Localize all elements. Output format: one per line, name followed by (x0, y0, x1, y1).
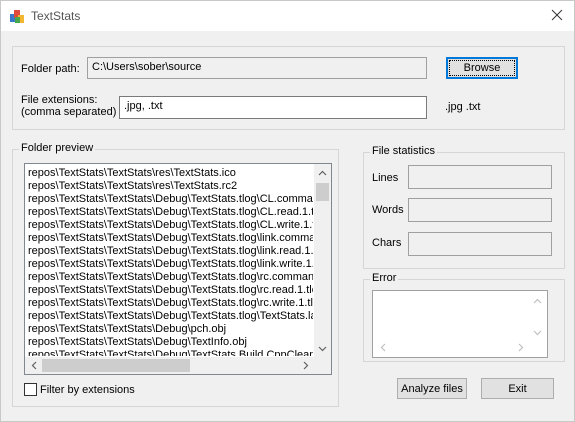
error-textarea[interactable] (372, 290, 548, 358)
close-button[interactable] (540, 1, 574, 31)
chars-label: Chars (372, 237, 402, 249)
exit-button[interactable]: Exit (481, 378, 554, 399)
list-item[interactable]: repos\TextStats\TextStats\Debug\TextStat… (28, 245, 313, 258)
lines-field[interactable] (408, 165, 552, 189)
list-item[interactable]: repos\TextStats\TextStats\Debug\TextStat… (28, 258, 313, 271)
file-extensions-echo: .jpg .txt (445, 101, 481, 113)
folder-preview-list[interactable]: repos\TextStats\TextStats\res\TextStats.… (24, 163, 332, 375)
lines-label: Lines (372, 172, 399, 184)
list-item[interactable]: repos\TextStats\TextStats\Debug\TextStat… (28, 297, 313, 310)
list-item[interactable]: repos\TextStats\TextStats\Debug\pch.obj (28, 323, 313, 336)
words-label: Words (372, 204, 404, 216)
list-item[interactable]: repos\TextStats\TextStats\Debug\TextStat… (28, 310, 313, 323)
list-item[interactable]: repos\TextStats\TextStats\res\TextStats.… (28, 180, 313, 193)
error-caption: Error (370, 272, 399, 284)
error-scroll-left-icon[interactable] (374, 339, 391, 356)
scroll-left-icon[interactable] (25, 357, 42, 374)
list-item[interactable]: repos\TextStats\TextStats\Debug\TextStat… (28, 206, 313, 219)
folder-preview-caption: Folder preview (19, 142, 96, 154)
list-item[interactable]: repos\TextStats\TextStats\Debug\TextInfo… (28, 336, 313, 349)
list-item[interactable]: repos\TextStats\TextStats\Debug\TextStat… (28, 219, 313, 232)
scroll-right-icon[interactable] (297, 357, 314, 374)
scrollbar-corner (314, 357, 331, 374)
main-window: TextStats Folder path: C:\Users\sober\so… (0, 0, 575, 422)
error-scroll-right-icon[interactable] (512, 339, 529, 356)
file-extensions-input[interactable]: .jpg, .txt (119, 96, 427, 119)
folder-preview-items: repos\TextStats\TextStats\res\TextStats.… (28, 167, 313, 356)
scroll-down-icon[interactable] (314, 340, 331, 357)
filter-by-extensions-checkbox[interactable] (24, 383, 37, 396)
title-bar: TextStats (1, 1, 574, 31)
words-field[interactable] (408, 198, 552, 222)
scroll-up-icon[interactable] (314, 164, 331, 181)
list-item[interactable]: repos\TextStats\TextStats\Debug\TextStat… (28, 232, 313, 245)
error-scroll-up-icon[interactable] (529, 292, 546, 309)
list-item[interactable]: repos\TextStats\TextStats\Debug\TextStat… (28, 349, 313, 356)
chars-field[interactable] (408, 232, 552, 256)
file-statistics-caption: File statistics (370, 145, 437, 157)
horizontal-scrollbar[interactable] (25, 357, 314, 374)
file-extensions-label: File extensions: (comma separated) (21, 94, 116, 118)
file-extensions-label-line1: File extensions: (21, 94, 98, 106)
close-icon (551, 9, 563, 24)
filter-by-extensions-label: Filter by extensions (40, 384, 135, 396)
browse-button-label: Browse (448, 60, 516, 76)
vertical-scrollbar[interactable] (314, 164, 331, 357)
list-item[interactable]: repos\TextStats\TextStats\Debug\TextStat… (28, 271, 313, 284)
list-item[interactable]: repos\TextStats\TextStats\Debug\TextStat… (28, 284, 313, 297)
analyze-files-button[interactable]: Analyze files (397, 378, 467, 399)
folder-path-field[interactable]: C:\Users\sober\source (87, 57, 427, 79)
vertical-scroll-thumb[interactable] (316, 183, 329, 201)
browse-button[interactable]: Browse (446, 57, 518, 79)
list-item[interactable]: repos\TextStats\TextStats\res\TextStats.… (28, 167, 313, 180)
folder-path-label: Folder path: (21, 63, 80, 75)
window-title: TextStats (31, 9, 81, 23)
list-item[interactable]: repos\TextStats\TextStats\Debug\TextStat… (28, 193, 313, 206)
file-extensions-label-line2: (comma separated) (21, 106, 117, 118)
error-scroll-down-icon[interactable] (529, 324, 546, 341)
horizontal-scroll-thumb[interactable] (42, 359, 190, 372)
app-icon (9, 8, 25, 24)
